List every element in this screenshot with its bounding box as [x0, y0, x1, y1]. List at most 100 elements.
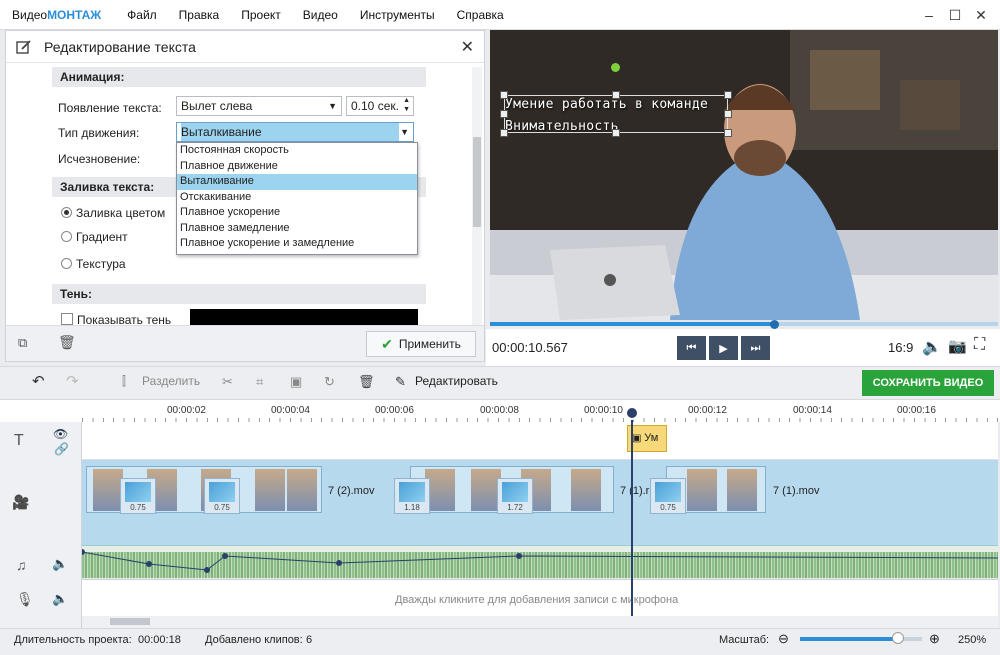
fullscreen-icon[interactable]: ⛶ — [974, 336, 985, 354]
resize-handle[interactable] — [612, 91, 620, 99]
appear-duration-stepper[interactable]: 0.10 сек. ▲ ▼ — [346, 96, 414, 116]
panel-footer: ⧉ 🗑 ✔ Применить — [6, 325, 484, 361]
volume-icon[interactable]: 🔈 — [922, 337, 942, 357]
motion-option[interactable]: Плавное ускорение и замедление — [177, 236, 417, 252]
video-preview[interactable] — [490, 30, 998, 322]
duration-label: Длительность проекта: — [14, 634, 132, 646]
split-button[interactable]: Разделить — [142, 374, 200, 388]
menu-bar: Файл Правка Проект Видео Инструменты Спр… — [127, 8, 526, 22]
menu-video[interactable]: Видео — [303, 8, 338, 22]
duplicate-icon[interactable]: ⧉ — [18, 335, 27, 351]
menu-help[interactable]: Справка — [457, 8, 504, 22]
shadow-checkbox[interactable] — [61, 313, 73, 325]
motion-option[interactable]: Плавное замедление — [177, 221, 417, 237]
minimize-button[interactable]: – — [916, 4, 942, 26]
transition[interactable]: 0.75 — [120, 478, 156, 514]
resize-handle[interactable] — [500, 91, 508, 99]
panel-scrollbar[interactable] — [472, 67, 482, 327]
crop-icon[interactable]: ⌗ — [256, 374, 263, 390]
menu-file[interactable]: Файл — [127, 8, 157, 22]
disappear-label: Исчезновение: — [58, 152, 141, 166]
redo-icon[interactable]: ↷ — [66, 372, 79, 390]
appear-select[interactable]: Вылет слева ▼ — [176, 96, 342, 116]
link-icon[interactable]: 🔗 — [54, 442, 69, 456]
split-icon[interactable]: ⫿ — [122, 374, 126, 389]
menu-project[interactable]: Проект — [241, 8, 281, 22]
video-track-icon: 🎥 — [12, 494, 30, 510]
zoom-slider[interactable] — [800, 637, 922, 641]
next-frame-button[interactable]: ⏭ — [741, 336, 770, 360]
resize-handle[interactable] — [500, 129, 508, 137]
transition[interactable]: 1.18 — [394, 478, 430, 514]
resize-handle[interactable] — [612, 129, 620, 137]
undo-icon[interactable]: ↶ — [32, 372, 45, 390]
frame-icon[interactable]: ▣ — [290, 374, 302, 390]
play-button[interactable]: ▶ — [709, 336, 738, 360]
zoom-label: Масштаб: — [719, 634, 770, 646]
menu-edit[interactable]: Правка — [179, 8, 220, 22]
check-icon: ✔ — [381, 335, 393, 352]
resize-handle[interactable] — [724, 129, 732, 137]
zoom-slider-knob[interactable] — [891, 632, 904, 644]
app-logo: ВидеоМОНТАЖ — [12, 7, 102, 22]
timeline-scrollbar[interactable] — [82, 616, 998, 628]
clip-name: 7 (1).mov — [773, 485, 820, 497]
transition[interactable]: 1.72 — [497, 478, 533, 514]
zoom-in-icon[interactable]: ⊕ — [929, 631, 940, 647]
mic-hint: Дважды кликните для добавления записи с … — [395, 594, 679, 606]
motion-option[interactable]: Отскакивание — [177, 190, 417, 206]
text-clip[interactable]: ▣ Ум — [627, 425, 667, 452]
fill-color-radio[interactable] — [61, 207, 72, 218]
preview-progress-knob[interactable] — [770, 320, 780, 329]
rotate-handle[interactable] — [611, 63, 620, 72]
shadow-section-header: Тень: — [52, 284, 426, 304]
motion-option[interactable]: Постоянная скорость — [177, 143, 417, 159]
maximize-button[interactable]: ☐ — [942, 4, 968, 26]
volume-envelope[interactable] — [82, 546, 998, 580]
eye-icon[interactable]: 👁 — [53, 427, 68, 441]
motion-option[interactable]: Плавное движение — [177, 159, 417, 175]
trash-icon[interactable]: 🗑 — [358, 374, 375, 390]
rotate-icon[interactable]: ↻ — [324, 374, 335, 390]
edit-icon[interactable]: ✎ — [395, 374, 406, 390]
transition[interactable]: 0.75 — [650, 478, 686, 514]
save-video-button[interactable]: СОХРАНИТЬ ВИДЕО — [862, 370, 994, 396]
close-window-button[interactable]: ✕ — [968, 4, 994, 26]
fill-texture-radio[interactable] — [61, 258, 72, 269]
music-volume-icon[interactable]: 🔈 — [52, 556, 68, 572]
edit-button[interactable]: Редактировать — [415, 374, 498, 388]
title-bar: ВидеоМОНТАЖ Файл Правка Проект Видео Инс… — [0, 0, 1000, 30]
motion-label: Тип движения: — [58, 126, 140, 140]
prev-frame-button[interactable]: ⏮ — [677, 336, 706, 360]
panel-title: Редактирование текста — [44, 38, 196, 55]
transition[interactable]: 0.75 — [204, 478, 240, 514]
appear-label: Появление текста: — [58, 101, 162, 115]
close-panel-icon[interactable]: ✕ — [461, 37, 474, 57]
apply-button[interactable]: ✔ Применить — [366, 331, 476, 357]
text-track[interactable] — [82, 422, 998, 460]
motion-select[interactable]: Выталкивание ▼ — [176, 122, 414, 142]
menu-tools[interactable]: Инструменты — [360, 8, 435, 22]
motion-option[interactable]: Плавное ускорение — [177, 205, 417, 221]
fill-gradient-label: Градиент — [76, 230, 128, 244]
resize-handle[interactable] — [500, 110, 508, 118]
delete-icon[interactable]: 🗑 — [58, 334, 76, 351]
clip-name: 7 (1).r — [620, 485, 650, 497]
resize-handle[interactable] — [724, 91, 732, 99]
aspect-ratio-button[interactable]: 16:9 — [888, 340, 913, 355]
cut-icon[interactable]: ✂ — [222, 374, 233, 390]
snapshot-icon[interactable]: 📷 — [948, 337, 967, 355]
playhead-knob[interactable] — [625, 406, 639, 420]
fill-color-label: Заливка цветом — [76, 206, 166, 220]
zoom-value: 250% — [958, 634, 987, 646]
music-track-icon: ♫ — [16, 557, 27, 573]
zoom-out-icon[interactable]: ⊖ — [778, 631, 789, 647]
playhead[interactable] — [631, 411, 633, 616]
panel-header: Редактирование текста ✕ — [6, 31, 484, 63]
mic-volume-icon[interactable]: 🔈 — [52, 591, 68, 607]
fill-gradient-radio[interactable] — [61, 231, 72, 242]
ruler-tick: 00:00:10 — [584, 405, 623, 416]
resize-handle[interactable] — [724, 110, 732, 118]
motion-option-selected[interactable]: Выталкивание — [177, 174, 417, 190]
text-selection-box[interactable] — [504, 95, 728, 133]
